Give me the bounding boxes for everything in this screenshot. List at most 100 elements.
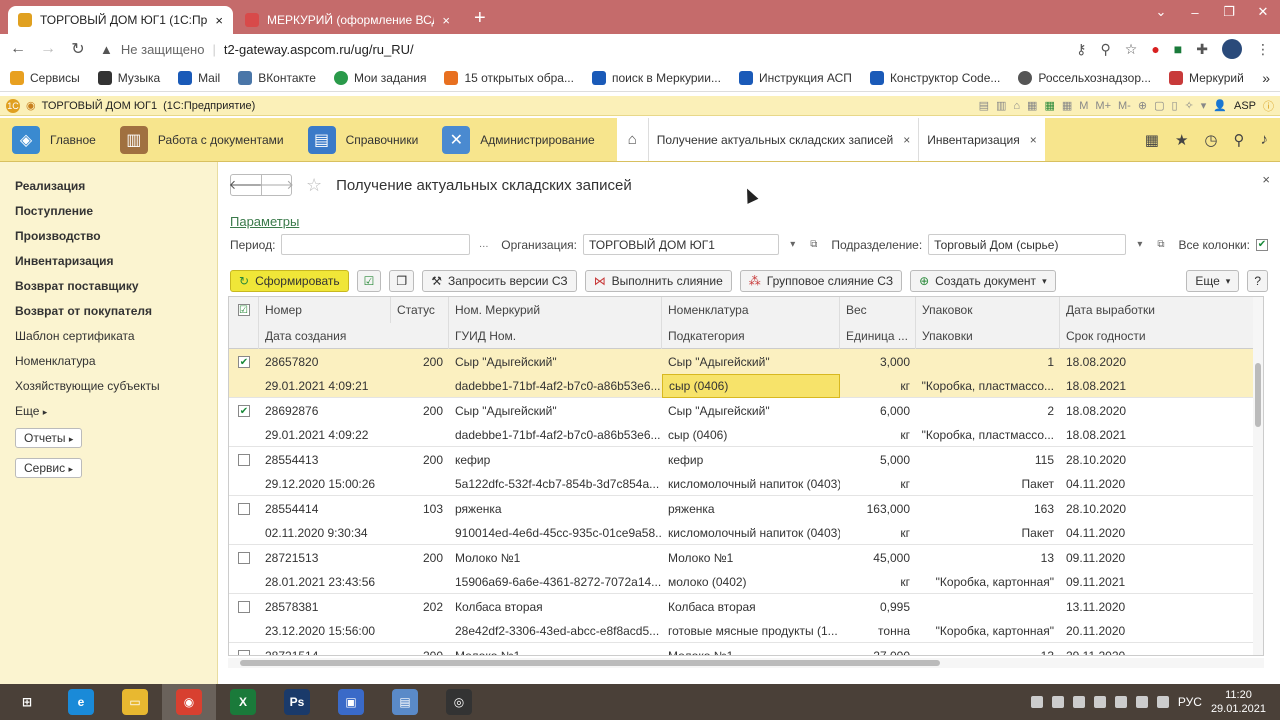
tab-close-icon[interactable]: ×: [215, 13, 223, 28]
cell-production-date[interactable]: 13.11.2020: [1060, 595, 1260, 619]
section-documents[interactable]: ▥ Работа с документами: [108, 118, 296, 161]
tray-icon[interactable]: [1072, 696, 1085, 708]
cell-subcategory[interactable]: готовые мясные продукты (1...: [662, 619, 840, 643]
memory-sub-icon[interactable]: M-: [1118, 100, 1131, 112]
taskbar-rdp[interactable]: ▣: [324, 684, 378, 720]
nav-item[interactable]: Производство: [15, 226, 202, 251]
form-close-icon[interactable]: ×: [1262, 172, 1270, 187]
cell-unit[interactable]: тонна: [840, 619, 916, 643]
cell-packs[interactable]: 13: [916, 546, 1060, 570]
cell-unit[interactable]: кг: [840, 521, 916, 545]
period-input[interactable]: [281, 234, 471, 255]
cell-packs[interactable]: [916, 595, 1060, 619]
cell-weight[interactable]: 163,000: [840, 497, 916, 521]
table-row[interactable]: 28554414 103 ряженка ряженка 163,000 163 28.10…: [229, 496, 1263, 545]
browser-tab-1c[interactable]: ТОРГОВЫЙ ДОМ ЮГ1 (1С:Пред ×: [8, 6, 233, 34]
cell-packs[interactable]: 13: [916, 644, 1060, 655]
zoom-in-icon[interactable]: ⊕: [1138, 99, 1147, 112]
bookmark-star-icon[interactable]: ☆: [1125, 41, 1138, 58]
section-catalogs[interactable]: ▤ Справочники: [296, 118, 431, 161]
url-text[interactable]: t2-gateway.aspcom.ru/ug/ru_RU/: [224, 42, 414, 57]
bookmark-item[interactable]: Конструктор Code...: [869, 70, 1000, 85]
params-link[interactable]: Параметры: [230, 214, 299, 229]
browser-tab-mercury[interactable]: МЕРКУРИЙ (оформление ВСД) ×: [235, 6, 460, 34]
cell-production-date[interactable]: 28.10.2020: [1060, 497, 1260, 521]
opera-ext-icon[interactable]: ●: [1151, 41, 1159, 57]
print-preview-icon[interactable]: ▦: [1027, 99, 1037, 112]
nav-more[interactable]: Еще ▸: [15, 401, 202, 426]
cell-status[interactable]: 200: [391, 546, 449, 570]
generate-button[interactable]: ↻ Сформировать: [230, 270, 349, 292]
cell-number[interactable]: 28721514: [259, 644, 391, 655]
calendar-icon[interactable]: ▦: [1062, 99, 1072, 112]
cell-packs[interactable]: 2: [916, 399, 1060, 423]
cell-pack-type[interactable]: "Коробка, пластмассо...: [916, 374, 1060, 398]
cell-packs[interactable]: 163: [916, 497, 1060, 521]
select-all-header[interactable]: ☑: [229, 297, 259, 323]
close-window-icon[interactable]: ✕: [1246, 0, 1280, 24]
tab-close-icon[interactable]: ×: [442, 13, 450, 28]
history-icon[interactable]: ◷: [1204, 131, 1217, 149]
nav-item[interactable]: Хозяйствующие субъекты: [15, 376, 202, 401]
all-columns-checkbox[interactable]: ✔: [1256, 238, 1268, 251]
row-checkbox[interactable]: [229, 644, 259, 655]
taskbar-start[interactable]: ⊞: [0, 684, 54, 720]
bookmark-item[interactable]: Mail: [178, 70, 220, 85]
cell-expiry[interactable]: 18.08.2021: [1060, 423, 1260, 447]
nav-item[interactable]: Возврат поставщику: [15, 276, 202, 301]
search-icon[interactable]: ⚲: [1234, 131, 1245, 149]
taskbar-excel[interactable]: X: [216, 684, 270, 720]
cell-mercury-nom[interactable]: кефир: [449, 448, 662, 472]
col-subcategory[interactable]: Подкатегория: [662, 323, 840, 349]
cell-pack-type[interactable]: "Коробка, картонная": [916, 619, 1060, 643]
new-tab-button[interactable]: +: [462, 7, 498, 34]
reports-button[interactable]: Отчеты ▸: [15, 428, 83, 448]
cell-subcategory[interactable]: кисломолочный напиток (0403): [662, 472, 840, 496]
help-button[interactable]: ?: [1247, 270, 1268, 292]
omnibox[interactable]: ▲ Не защищено | t2-gateway.aspcom.ru/ug/…: [100, 36, 1063, 62]
home-tab[interactable]: ⌂: [617, 118, 649, 161]
more-button[interactable]: Еще ▾: [1186, 270, 1240, 292]
cell-guid[interactable]: 15906a69-6a6e-4361-8272-7072a14...: [449, 570, 662, 594]
nav-item[interactable]: Шаблон сертификата: [15, 326, 202, 351]
copy-button[interactable]: ❐: [389, 270, 415, 292]
row-checkbox[interactable]: [229, 595, 259, 619]
group-merge-button[interactable]: ⁂ Групповое слияние СЗ: [739, 270, 903, 292]
cell-production-date[interactable]: 18.08.2020: [1060, 399, 1260, 423]
vertical-scrollbar[interactable]: [1253, 297, 1263, 655]
create-document-button[interactable]: ⊕ Создать документ ▾: [910, 270, 1056, 292]
col-created-date[interactable]: Дата создания: [259, 323, 449, 349]
cell-pack-type[interactable]: Пакет: [916, 521, 1060, 545]
save-icon[interactable]: ▤: [979, 99, 989, 112]
cell-status[interactable]: 200: [391, 644, 449, 655]
check-all-button[interactable]: ☑: [356, 270, 382, 292]
taskbar-ie[interactable]: e: [54, 684, 108, 720]
cell-guid[interactable]: dadebbe1-71bf-4af2-b7c0-a86b53e6...: [449, 423, 662, 447]
cell-number[interactable]: 28657820: [259, 350, 391, 374]
tray-icon[interactable]: [1114, 696, 1127, 708]
cell-subcategory[interactable]: сыр (0406): [662, 374, 840, 398]
col-packs[interactable]: Упаковок: [916, 297, 1060, 323]
settings-icon[interactable]: ▾: [1201, 99, 1207, 112]
forward-arrow-icon[interactable]: 🡒: [259, 175, 294, 195]
dropdown-icon[interactable]: ▾: [1132, 234, 1147, 255]
col-number[interactable]: Номер: [259, 297, 391, 323]
back-arrow-icon[interactable]: 🡐: [229, 175, 264, 195]
nav-item[interactable]: Реализация: [15, 176, 202, 201]
cell-nomenclature[interactable]: Сыр "Адыгейский": [662, 350, 840, 374]
col-nomenclature[interactable]: Номенклатура: [662, 297, 840, 323]
row-checkbox[interactable]: [229, 448, 259, 472]
favorites-star-icon[interactable]: ★: [1175, 131, 1188, 149]
cell-pack-type[interactable]: "Коробка, пластмассо...: [916, 423, 1060, 447]
table-row[interactable]: ✔ 28692876 200 Сыр "Адыгейский" Сыр "Адыгейс…: [229, 398, 1263, 447]
cell-nomenclature[interactable]: Сыр "Адыгейский": [662, 399, 840, 423]
section-admin[interactable]: ✕ Администрирование: [430, 118, 606, 161]
bookmark-item[interactable]: Меркурий: [1169, 70, 1244, 85]
close-icon[interactable]: ×: [1030, 133, 1037, 147]
cell-number[interactable]: 28721513: [259, 546, 391, 570]
cell-created-date[interactable]: 29.12.2020 15:00:26: [259, 472, 449, 496]
cell-created-date[interactable]: 29.01.2021 4:09:21: [259, 374, 449, 398]
tab-search-icon[interactable]: ⌄: [1144, 0, 1178, 24]
key-icon[interactable]: ⚷: [1076, 41, 1086, 58]
cell-weight[interactable]: 6,000: [840, 399, 916, 423]
